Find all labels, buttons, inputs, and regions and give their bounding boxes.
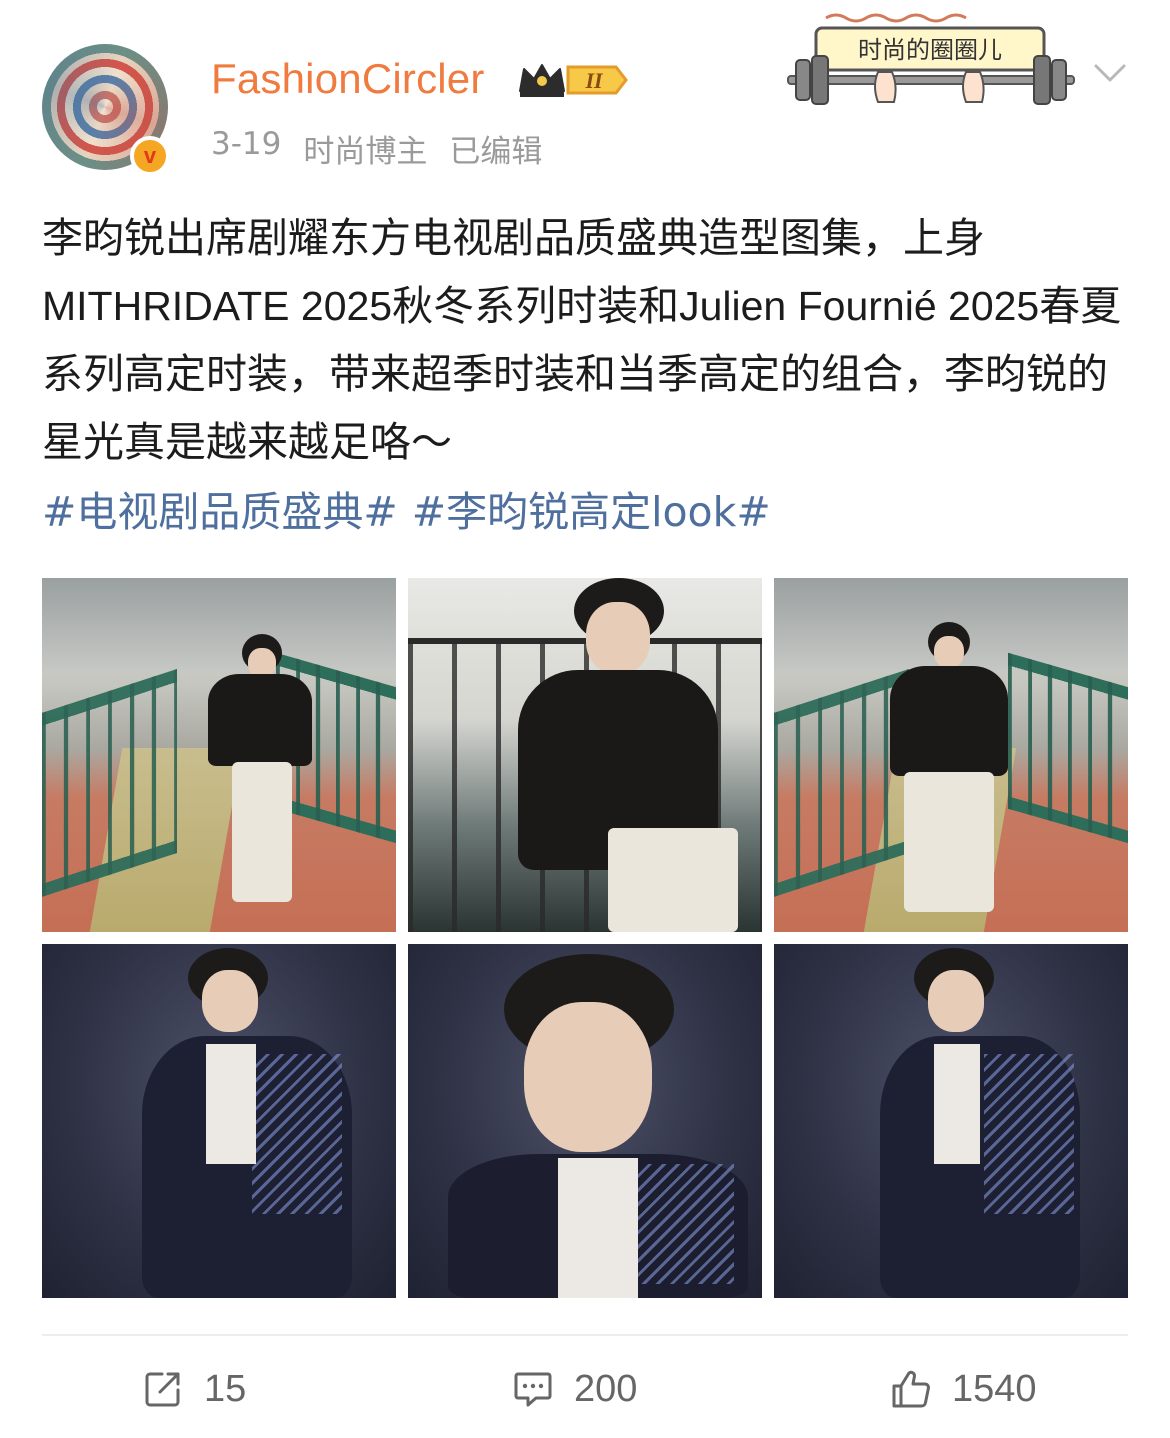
share-count: 15 — [204, 1367, 247, 1410]
photo-person — [884, 622, 1014, 922]
footer-divider — [42, 1334, 1128, 1336]
action-bar: 15 200 1540 — [0, 1356, 1170, 1422]
hashtag-link[interactable]: #电视剧品质盛典# — [42, 478, 398, 546]
like-button[interactable]: 1540 — [890, 1356, 1037, 1422]
post-date: 3-19 — [211, 126, 282, 162]
thumbs-up-icon — [892, 1370, 930, 1408]
photo-grid — [42, 578, 1128, 1298]
photo-seated-railing[interactable] — [408, 578, 762, 932]
photo-person — [202, 634, 322, 914]
photo-studio-side[interactable] — [42, 944, 396, 1298]
username[interactable]: FashionCircler — [211, 55, 485, 103]
comment-button[interactable]: 200 — [512, 1356, 637, 1422]
hashtag-list: #电视剧品质盛典# #李昀锐高定look# — [42, 478, 771, 546]
author-role: 时尚博主 — [303, 134, 428, 170]
vip-crown-badge-icon[interactable]: II — [514, 57, 630, 103]
comment-icon — [514, 1372, 552, 1407]
share-button[interactable]: 15 — [142, 1356, 246, 1422]
verified-badge-icon: v — [130, 136, 170, 176]
hashtag-link[interactable]: #李昀锐高定look# — [412, 478, 771, 546]
photo-person — [448, 944, 748, 1298]
post-meta: 3-19 时尚博主 已编辑 — [211, 126, 542, 171]
like-count: 1540 — [952, 1367, 1037, 1410]
chevron-down-icon[interactable] — [1090, 58, 1130, 88]
sticker-text: 时尚的圈圈儿 — [858, 36, 1002, 64]
post-body-text: 李昀锐出席剧耀东方电视剧品质盛典造型图集，上身MITHRIDATE 2025秋冬… — [42, 215, 1122, 465]
photo-person — [874, 944, 1094, 1298]
photo-bridge-front[interactable] — [774, 578, 1128, 932]
photo-railing — [1007, 652, 1128, 844]
edited-label: 已编辑 — [449, 134, 543, 170]
photo-bridge-standing[interactable] — [42, 578, 396, 932]
photo-person — [132, 944, 362, 1298]
comment-count: 200 — [574, 1367, 638, 1410]
photo-person — [498, 578, 738, 932]
photo-studio-closeup[interactable] — [408, 944, 762, 1298]
photo-studio-side-2[interactable] — [774, 944, 1128, 1298]
barbell-sticker-icon: 时尚的圈圈儿 — [787, 13, 1075, 105]
vip-level-text: II — [584, 68, 604, 93]
share-icon — [145, 1372, 180, 1407]
